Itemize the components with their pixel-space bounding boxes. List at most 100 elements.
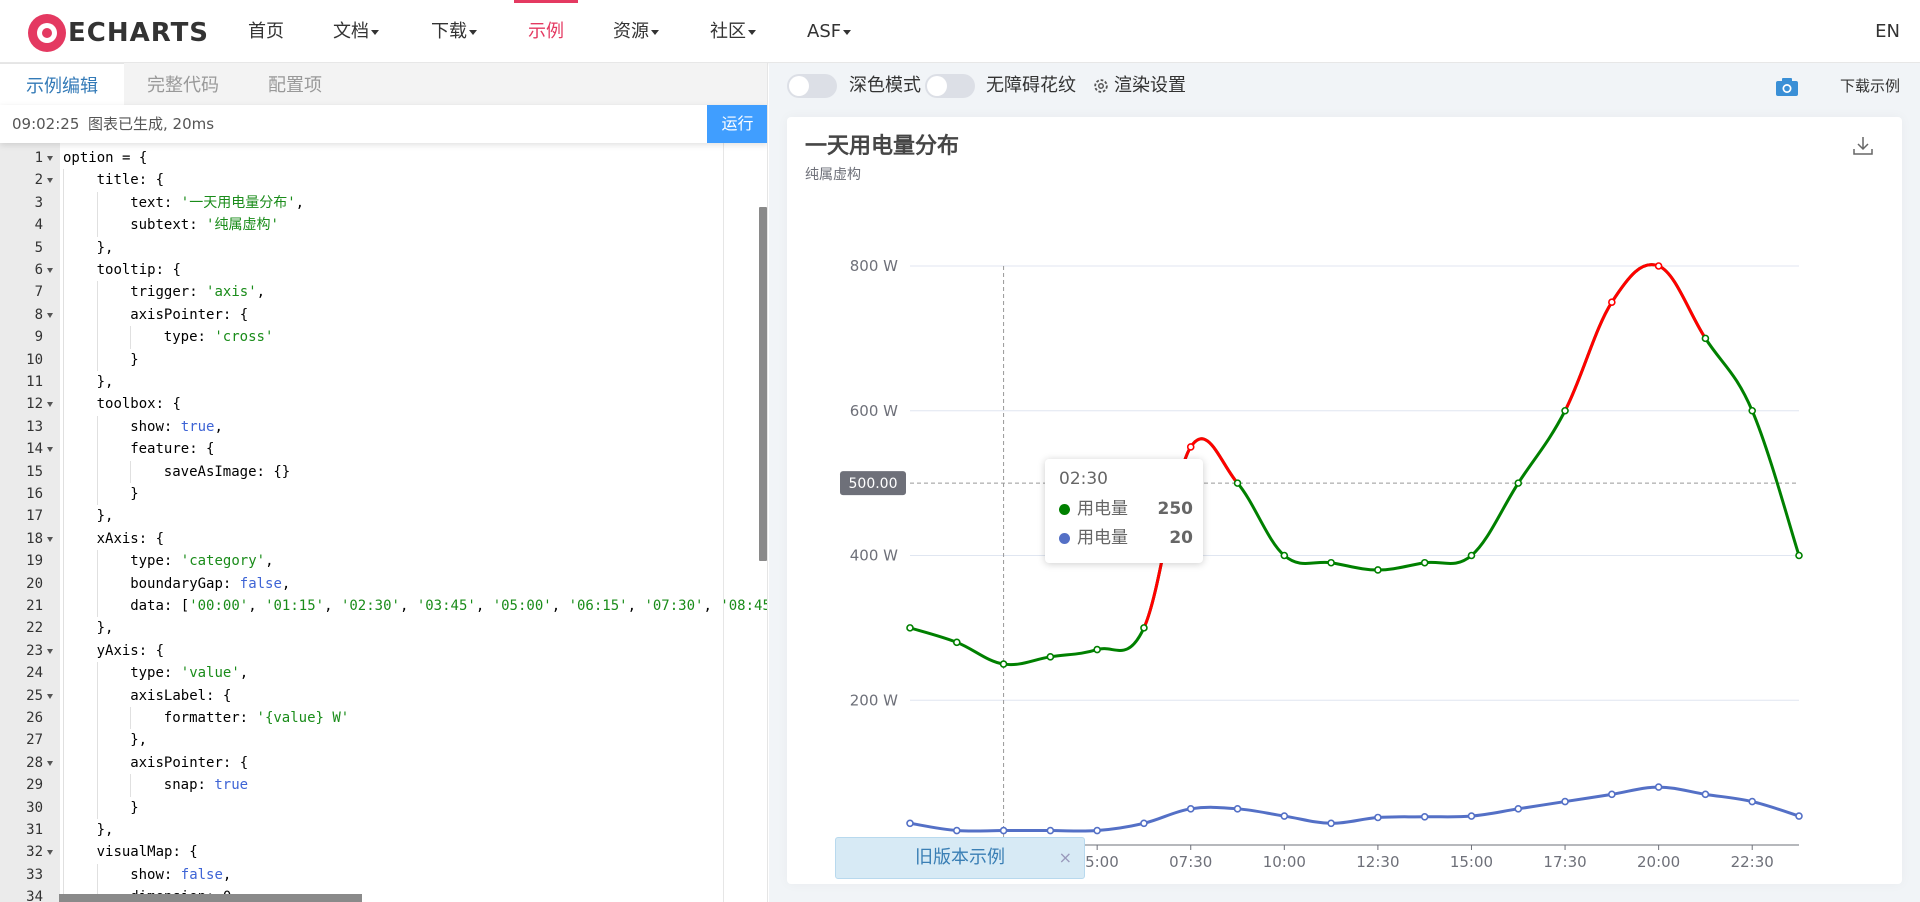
data-point[interactable]	[1280, 812, 1289, 820]
data-point[interactable]	[906, 624, 914, 632]
fold-arrow-icon[interactable]	[47, 156, 53, 161]
data-point[interactable]	[1514, 805, 1523, 813]
old-version-link[interactable]: 旧版本示例	[915, 847, 1005, 868]
code-line: 6 tooltip: {	[0, 259, 760, 282]
fold-arrow-icon[interactable]	[47, 268, 53, 273]
data-point[interactable]	[999, 660, 1008, 668]
fold-arrow-icon[interactable]	[47, 648, 53, 654]
data-point[interactable]	[1701, 334, 1710, 343]
code-line: 2 title: {	[0, 169, 760, 192]
top-navbar: ECHARTS 首页 文档 下载 示例 资源 社区 ASF EN	[0, 0, 1920, 63]
data-point[interactable]	[1420, 812, 1429, 821]
data-point[interactable]	[952, 826, 961, 835]
data-point[interactable]	[1654, 783, 1663, 791]
code-editor[interactable]: 1 option = {2 title: {3 text: '一天用电量分布', 4 su…	[0, 143, 767, 902]
download-example-button[interactable]: 下载示例	[1829, 71, 1910, 101]
tooltip-row: 用电量 250	[1059, 497, 1193, 521]
nav-item[interactable]: 首页	[248, 0, 284, 63]
code-line: 12 toolbox: {	[0, 393, 760, 416]
fold-arrow-icon[interactable]	[47, 312, 53, 318]
data-point[interactable]	[1795, 551, 1803, 560]
data-point[interactable]	[1093, 645, 1101, 654]
line-number: 3	[34, 194, 43, 211]
data-point[interactable]	[906, 819, 914, 828]
caret-down-icon	[748, 29, 756, 35]
nav-item[interactable]: 示例	[514, 0, 578, 63]
code-line: 27},	[0, 729, 760, 752]
fold-arrow-icon[interactable]	[47, 760, 53, 766]
data-point[interactable]	[1514, 479, 1523, 487]
data-point[interactable]	[1608, 790, 1616, 799]
data-point[interactable]	[1420, 558, 1429, 567]
fold-arrow-icon[interactable]	[47, 536, 53, 542]
data-point[interactable]	[1186, 443, 1195, 451]
code-text: visualMap: {	[96, 844, 198, 861]
nav-item[interactable]: 社区	[710, 0, 756, 63]
indent-guide	[63, 550, 64, 573]
camera-icon[interactable]	[1775, 77, 1799, 97]
data-point[interactable]	[1093, 826, 1101, 835]
nav-item[interactable]: 文档	[333, 0, 379, 63]
fold-arrow-icon[interactable]	[47, 447, 53, 453]
gear-icon[interactable]	[1092, 77, 1110, 95]
language-switch[interactable]: EN	[1875, 0, 1900, 63]
data-point[interactable]	[1046, 653, 1055, 661]
code-text: }	[130, 486, 139, 502]
data-point[interactable]	[1280, 551, 1289, 560]
logo-text: ECHARTS	[68, 18, 210, 48]
code-text: type: 'value',	[130, 665, 249, 682]
editor-horizontal-scrollbar[interactable]	[59, 894, 362, 902]
data-point[interactable]	[999, 826, 1008, 835]
run-button[interactable]: 运行	[707, 105, 767, 143]
series-line	[909, 785, 1800, 833]
status-time: 09:02:25	[12, 115, 80, 133]
data-point[interactable]	[1561, 797, 1569, 806]
line-number: 28	[26, 754, 43, 771]
dark-mode-toggle[interactable]	[787, 74, 837, 98]
indent-guide	[96, 595, 98, 618]
nav-item[interactable]: 下载	[431, 0, 477, 63]
nav-item[interactable]: 资源	[613, 0, 659, 63]
data-point[interactable]	[1046, 826, 1055, 835]
data-point[interactable]	[1140, 624, 1148, 632]
tab-full-code[interactable]: 完整代码	[121, 63, 245, 105]
line-chart[interactable]: 一天用电量分布纯属虚构0 W200 W400 W600 W800 W00:000…	[787, 117, 1902, 884]
data-point[interactable]	[1374, 566, 1382, 574]
nav-item[interactable]: ASF	[807, 0, 852, 63]
data-point[interactable]	[1233, 805, 1242, 813]
data-point[interactable]	[1561, 406, 1569, 415]
tab-edit-example[interactable]: 示例编辑	[0, 63, 124, 105]
editor-vertical-scrollbar[interactable]	[759, 207, 767, 561]
data-point[interactable]	[1654, 262, 1663, 270]
close-icon[interactable]: ×	[1059, 838, 1072, 878]
fold-arrow-icon[interactable]	[47, 402, 53, 408]
line-number: 17	[26, 508, 43, 525]
data-point[interactable]	[1795, 812, 1803, 820]
data-point[interactable]	[952, 638, 961, 647]
data-point[interactable]	[1327, 819, 1335, 828]
data-point[interactable]	[1186, 805, 1195, 813]
data-point[interactable]	[1467, 812, 1476, 820]
fold-arrow-icon[interactable]	[47, 178, 53, 184]
data-point[interactable]	[1701, 790, 1710, 799]
data-point[interactable]	[1608, 298, 1616, 306]
data-point[interactable]	[1748, 406, 1757, 415]
render-settings-button[interactable]: 渲染设置	[1114, 63, 1186, 109]
save-as-image-icon[interactable]	[1853, 137, 1873, 155]
fold-arrow-icon[interactable]	[47, 693, 53, 699]
fold-arrow-icon[interactable]	[47, 850, 53, 856]
data-point[interactable]	[1374, 813, 1382, 822]
code-line: 13 show: true,	[0, 415, 760, 439]
indent-guide	[63, 774, 64, 797]
aria-pattern-toggle[interactable]	[925, 74, 975, 98]
data-point[interactable]	[1467, 551, 1476, 560]
series-marker-icon	[1059, 533, 1070, 544]
data-point[interactable]	[1233, 479, 1242, 487]
data-point[interactable]	[1140, 819, 1148, 828]
tab-options[interactable]: 配置项	[242, 63, 348, 105]
echarts-logo[interactable]: ECHARTS	[28, 13, 209, 53]
data-point[interactable]	[1748, 797, 1757, 806]
old-version-banner[interactable]: 旧版本示例 ×	[835, 837, 1085, 879]
data-point[interactable]	[1327, 558, 1335, 567]
tooltip-row: 用电量 20	[1059, 526, 1193, 550]
